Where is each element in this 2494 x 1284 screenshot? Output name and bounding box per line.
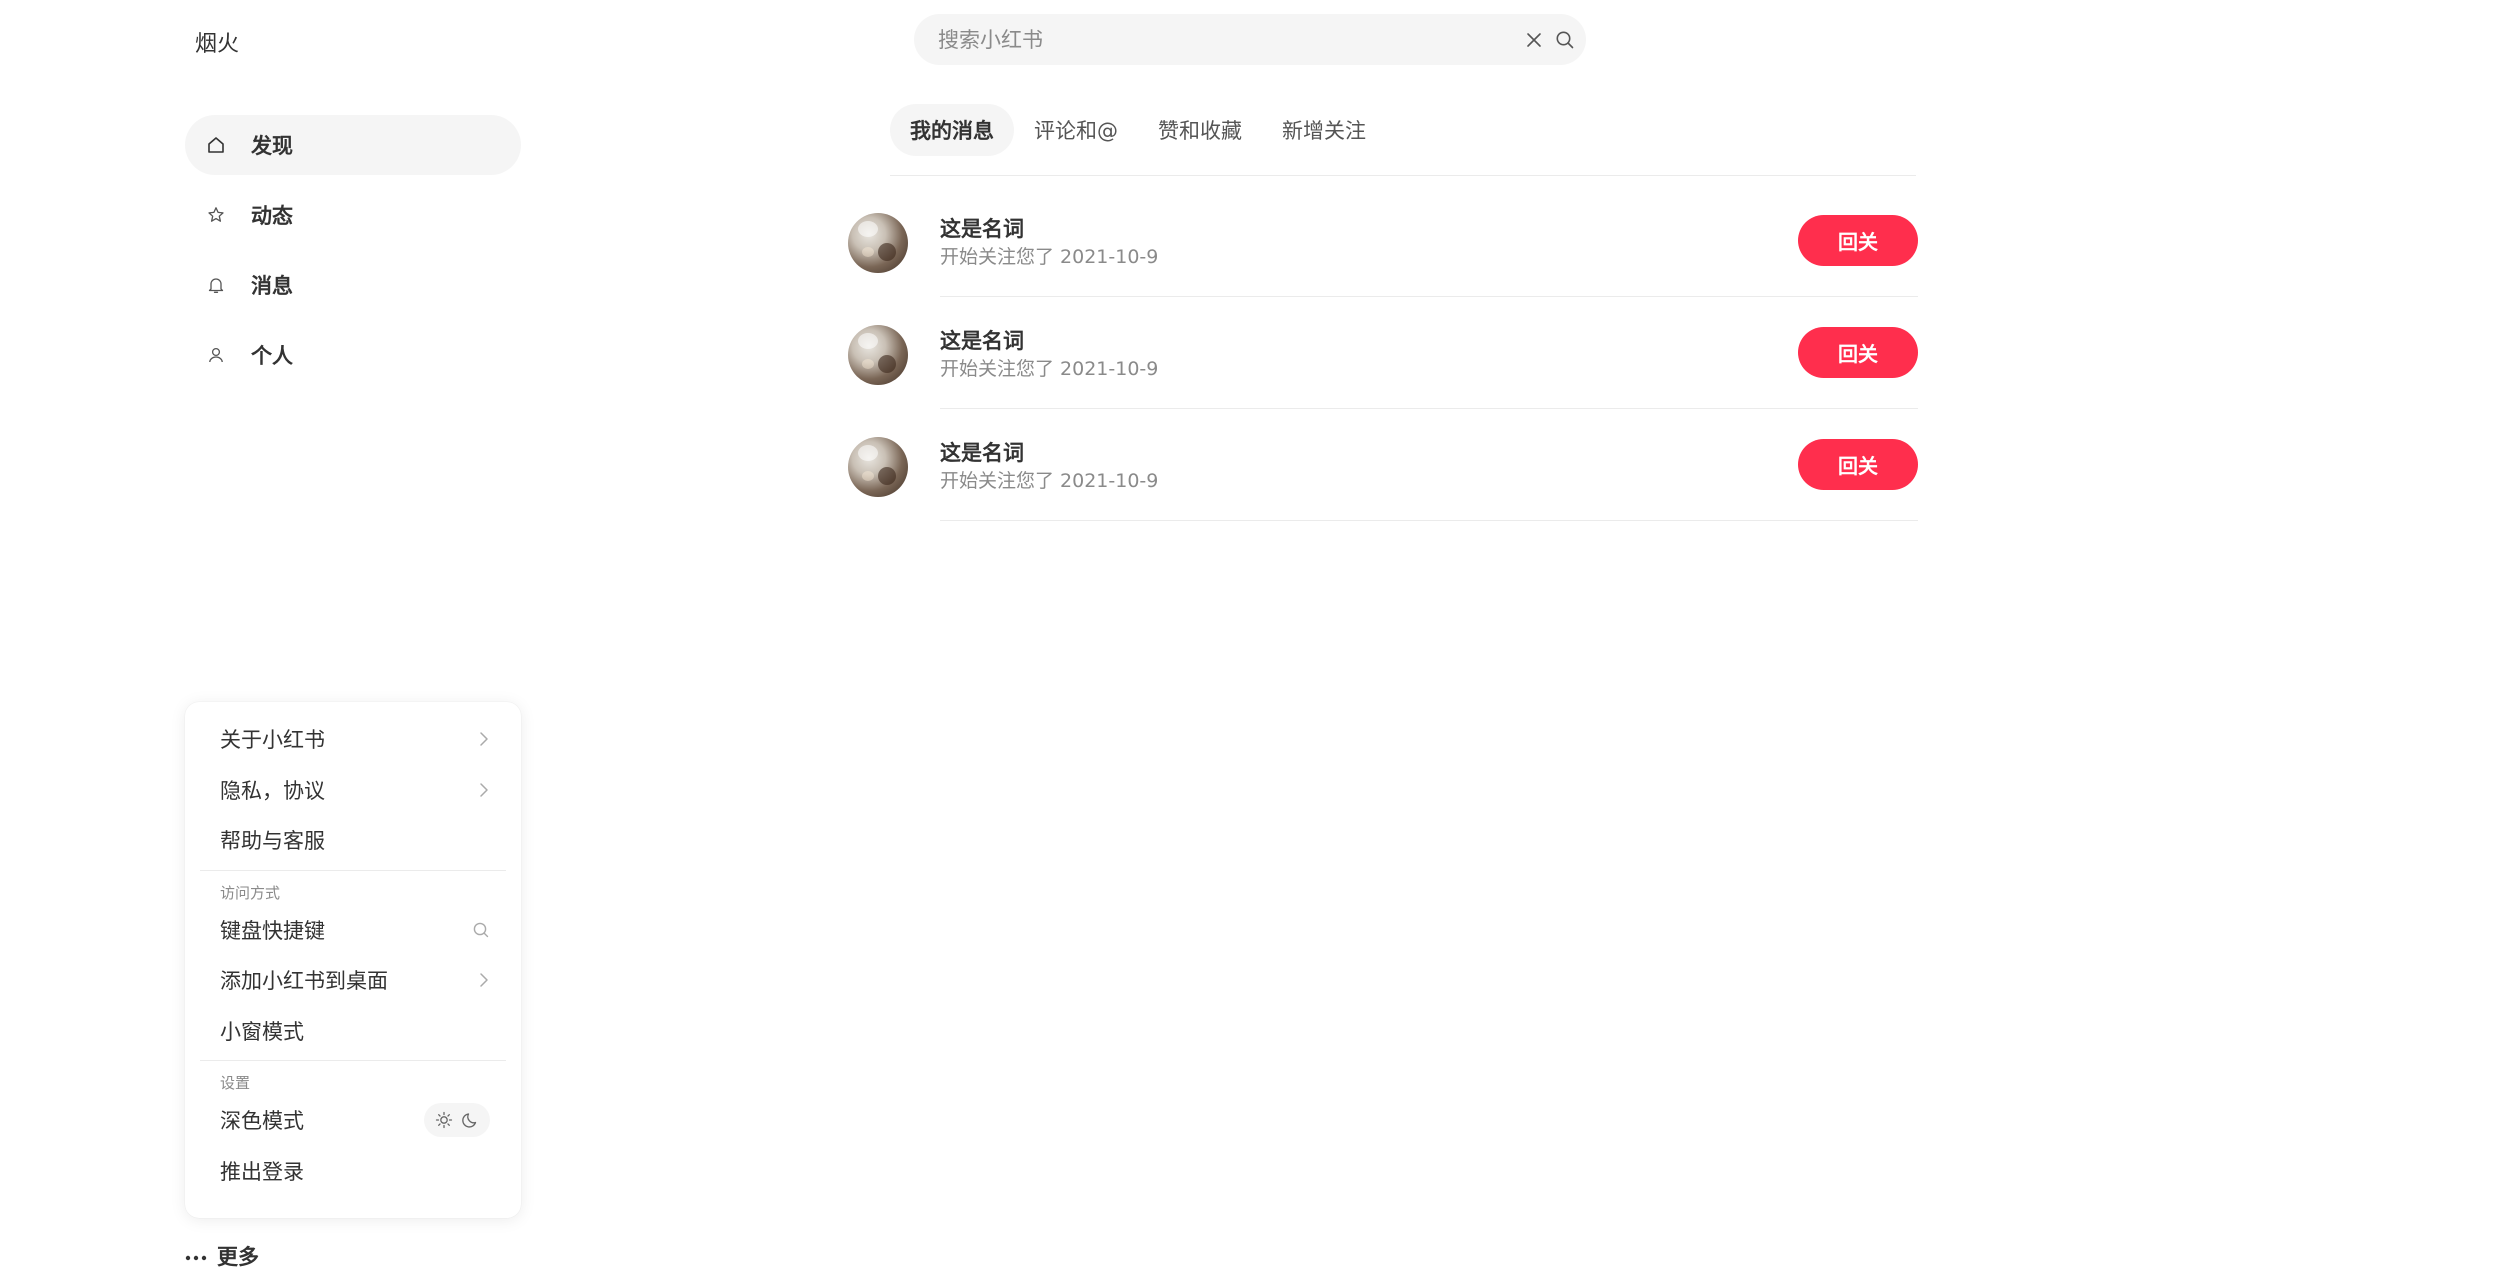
tab-new-followers[interactable]: 新增关注	[1262, 104, 1386, 156]
menu-item-label: 添加小红书到桌面	[220, 969, 388, 994]
star-icon	[205, 204, 227, 226]
menu-item-label: 帮助与客服	[220, 829, 325, 854]
user-name[interactable]: 这是名词	[940, 215, 1158, 243]
menu-item-privacy[interactable]: 隐私，协议	[200, 765, 506, 816]
sidebar-item-label: 个人	[251, 344, 293, 368]
menu-item-label: 隐私，协议	[220, 778, 325, 803]
avatar[interactable]	[848, 213, 908, 273]
divider	[940, 520, 1918, 521]
sidebar-item-label: 发现	[251, 134, 293, 158]
chevron-right-icon	[478, 972, 490, 988]
menu-item-shortcuts[interactable]: 键盘快捷键	[200, 905, 506, 956]
notification-list: 这是名词 开始关注您了 2021-10-9 回关 这是名词 开始关注您了 202…	[848, 185, 1918, 521]
menu-item-logout[interactable]: 推出登录	[200, 1146, 506, 1197]
notification-text: 开始关注您了 2021-10-9	[940, 358, 1159, 380]
menu-item-dark-mode: 深色模式	[200, 1095, 506, 1146]
menu-item-label: 深色模式	[220, 1109, 304, 1134]
menu-item-label: 键盘快捷键	[220, 918, 325, 943]
follow-back-button[interactable]: 回关	[1798, 327, 1918, 378]
sidebar-item-label: 动态	[251, 204, 293, 228]
user-icon	[205, 344, 227, 366]
message-tabs: 我的消息 评论和@ 赞和收藏 新增关注	[890, 104, 1916, 176]
menu-item-label: 推出登录	[220, 1159, 304, 1184]
tab-comments-mentions[interactable]: 评论和@	[1014, 104, 1138, 156]
list-item: 这是名词 开始关注您了 2021-10-9 回关	[848, 297, 1918, 409]
sidebar-item-messages[interactable]: 消息	[185, 255, 521, 315]
menu-section-access: 访问方式	[220, 883, 281, 902]
moon-icon[interactable]	[459, 1108, 483, 1132]
search-input[interactable]	[936, 14, 1496, 65]
avatar[interactable]	[848, 437, 908, 497]
tab-likes-collections[interactable]: 赞和收藏	[1138, 104, 1262, 156]
ellipsis-icon	[185, 1247, 207, 1266]
list-item: 这是名词 开始关注您了 2021-10-9 回关	[848, 409, 1918, 521]
bell-icon	[205, 274, 227, 296]
notification-text: 开始关注您了 2021-10-9	[940, 470, 1159, 492]
sidebar-item-feed[interactable]: 动态	[185, 185, 521, 245]
follow-back-button[interactable]: 回关	[1798, 439, 1918, 490]
avatar[interactable]	[848, 325, 908, 385]
menu-divider	[200, 1060, 506, 1061]
search-bar	[914, 14, 1586, 65]
search-icon	[472, 921, 490, 939]
brand-logo[interactable]: 烟火	[195, 26, 239, 58]
menu-divider	[200, 869, 506, 871]
theme-toggle[interactable]	[424, 1103, 490, 1138]
list-item: 这是名词 开始关注您了 2021-10-9 回关	[848, 185, 1918, 297]
close-icon[interactable]	[1521, 27, 1546, 52]
sidebar-nav: 发现 动态 消息 个人	[185, 115, 521, 395]
sidebar-item-profile[interactable]: 个人	[185, 325, 521, 385]
more-button[interactable]: 更多	[185, 1238, 259, 1274]
search-icon[interactable]	[1551, 26, 1578, 53]
menu-item-label: 关于小红书	[220, 728, 325, 753]
tab-my-messages[interactable]: 我的消息	[890, 104, 1014, 156]
notification-text: 开始关注您了 2021-10-9	[940, 246, 1159, 268]
menu-item-help[interactable]: 帮助与客服	[200, 815, 506, 866]
menu-item-mini-window[interactable]: 小窗模式	[200, 1006, 506, 1057]
menu-section-settings: 设置	[220, 1074, 251, 1092]
menu-item-add-to-desktop[interactable]: 添加小红书到桌面	[200, 955, 506, 1006]
menu-item-about[interactable]: 关于小红书	[200, 714, 506, 765]
sidebar-item-label: 消息	[251, 274, 293, 298]
more-menu-popup: 关于小红书 隐私，协议 帮助与客服 访问方式 键盘快捷键 添加小红书到桌面 小窗…	[185, 702, 521, 1218]
follow-back-button[interactable]: 回关	[1798, 215, 1918, 266]
more-button-label: 更多	[217, 1245, 259, 1269]
home-icon	[205, 134, 227, 156]
menu-item-label: 小窗模式	[220, 1019, 304, 1044]
user-name[interactable]: 这是名词	[940, 327, 1158, 355]
sidebar-item-discover[interactable]: 发现	[185, 115, 521, 175]
chevron-right-icon	[478, 782, 490, 798]
sun-icon[interactable]	[432, 1108, 456, 1132]
user-name[interactable]: 这是名词	[940, 439, 1158, 467]
chevron-right-icon	[478, 731, 490, 747]
